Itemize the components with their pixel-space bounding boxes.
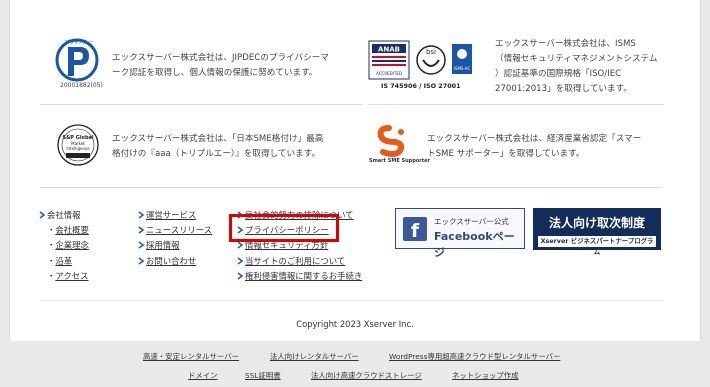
chevron-right-icon <box>237 257 244 265</box>
footer-link-company-overview[interactable]: ・会社概要 <box>47 224 89 236</box>
cert-divider <box>40 104 363 105</box>
footer-divider <box>40 187 663 188</box>
bottom-link-rental-server[interactable]: 高速・安定レンタルサーバー <box>143 351 239 362</box>
footer-link-news[interactable]: ニュースリリース <box>146 224 212 236</box>
svg-text:ISMS-AC: ISMS-AC <box>454 66 471 71</box>
cert-text-line: エックスサーバー株式会社は、「日本SME格付け」最高 <box>112 134 324 144</box>
cert-text-line: エックスサーバー株式会社は、ISMS <box>495 39 636 49</box>
cert-text-line: （情報セキュリティマネジメントシステム <box>495 54 658 64</box>
sme-global-logo: S&P Global Market Intelligence <box>53 123 103 168</box>
cert-text-line: 27001:2013」を取得しています。 <box>495 84 632 94</box>
footer-link-philosophy[interactable]: ・企業理念 <box>47 239 89 251</box>
footer-link-terms[interactable]: 当サイトのご利用について <box>245 255 345 267</box>
smart-sme-text: エックスサーバー株式会社は、経済産業省認定「スマー トSME サポーター」を取得… <box>427 132 687 162</box>
footer-link-rights-infringement[interactable]: 権利侵害情報に関するお手続き <box>245 270 362 282</box>
business-partner-banner[interactable]: 法人向け取次制度 Xserver ビジネスパートナープログラム <box>533 208 661 256</box>
svg-text:ACCREDITED: ACCREDITED <box>376 71 402 76</box>
svg-text:ANAB: ANAB <box>378 46 400 54</box>
footer-link-label[interactable]: アクセス <box>55 271 88 281</box>
bottom-link-ssl[interactable]: SSL証明書 <box>245 370 281 381</box>
chevron-right-icon <box>138 241 145 249</box>
footer-link-contact[interactable]: お問い合わせ <box>146 255 196 267</box>
business-banner-title: 法人向け取次制度 <box>548 216 645 230</box>
cert-text-line: トSME サポーター」を取得しています。 <box>427 149 585 159</box>
cert-text-line: エックスサーバー株式会社は、JIPDECのプライバシーマ <box>112 53 329 63</box>
bottom-link-domain[interactable]: ドメイン <box>188 370 218 381</box>
isms-number: IS 745906 / ISO 27001 <box>381 82 461 90</box>
svg-text:プライバシー: プライバシー <box>64 40 94 46</box>
svg-text:bsi: bsi <box>426 48 436 56</box>
chevron-right-icon <box>138 211 145 219</box>
facebook-banner-line1: エックスサーバー公式 <box>434 217 509 226</box>
isms-text: エックスサーバー株式会社は、ISMS （情報セキュリティマネジメントシステム ）… <box>495 37 685 97</box>
chevron-right-icon <box>138 226 145 234</box>
smart-sme-supporter-logo <box>369 124 419 160</box>
footer-link-recruit[interactable]: 採用情報 <box>146 239 180 251</box>
footer-link-label[interactable]: 企業理念 <box>55 240 89 250</box>
chevron-right-icon <box>39 211 46 219</box>
sme-text: エックスサーバー株式会社は、「日本SME格付け」最高 格付けの『aaa（トリプル… <box>112 132 372 162</box>
privacy-mark-number: 20001882(05) <box>60 82 103 89</box>
chevron-right-icon <box>237 241 244 249</box>
footer-link-history[interactable]: ・沿革 <box>47 255 72 267</box>
facebook-banner[interactable]: f エックスサーバー公式 Facebookページ <box>395 208 525 259</box>
cert-text-line: エックスサーバー株式会社は、経済産業省認定「スマー <box>427 134 642 144</box>
privacy-mark-text: エックスサーバー株式会社は、JIPDECのプライバシーマ ーク認証を取得し、個人… <box>112 51 372 81</box>
svg-text:Intelligence: Intelligence <box>66 146 90 151</box>
bottom-link-business-server[interactable]: 法人向けレンタルサーバー <box>270 351 359 362</box>
footer-link-label[interactable]: 会社概要 <box>55 225 89 235</box>
highlight-box <box>229 214 339 242</box>
cert-text-line: ）認証基準の国際規格「ISO/IEC <box>495 69 622 79</box>
footer-link-label[interactable]: 沿革 <box>55 256 72 266</box>
bottom-link-netshop[interactable]: ネットショップ作成 <box>452 370 519 381</box>
smart-sme-caption: Smart SME Supporter <box>369 158 430 164</box>
copyright-divider <box>40 300 663 301</box>
footer-link-access[interactable]: ・アクセス <box>47 270 88 282</box>
cert-divider <box>368 104 664 105</box>
bottom-link-wordpress-cloud[interactable]: WordPress専用超高速クラウド型レンタルサーバー <box>389 351 560 362</box>
footer-link-services[interactable]: 運営サービス <box>146 209 196 221</box>
chevron-right-icon <box>237 272 244 280</box>
chevron-right-icon <box>138 257 145 265</box>
facebook-banner-line2: Facebookページ <box>434 230 515 259</box>
facebook-icon: f <box>403 217 427 242</box>
cert-text-line: ーク認証を取得し、個人情報の保護に努めています。 <box>112 68 318 78</box>
business-banner-subtitle: Xserver ビジネスパートナープログラム <box>538 236 656 256</box>
copyright: Copyright 2023 Xserver Inc. <box>296 319 414 329</box>
footer-link-company[interactable]: 会社情報 <box>47 209 81 221</box>
cert-text-line: 格付けの『aaa（トリプルエー）』を取得しています。 <box>112 149 321 159</box>
bottom-link-cloud-storage[interactable]: 法人向け高速クラウドストレージ <box>311 370 422 381</box>
